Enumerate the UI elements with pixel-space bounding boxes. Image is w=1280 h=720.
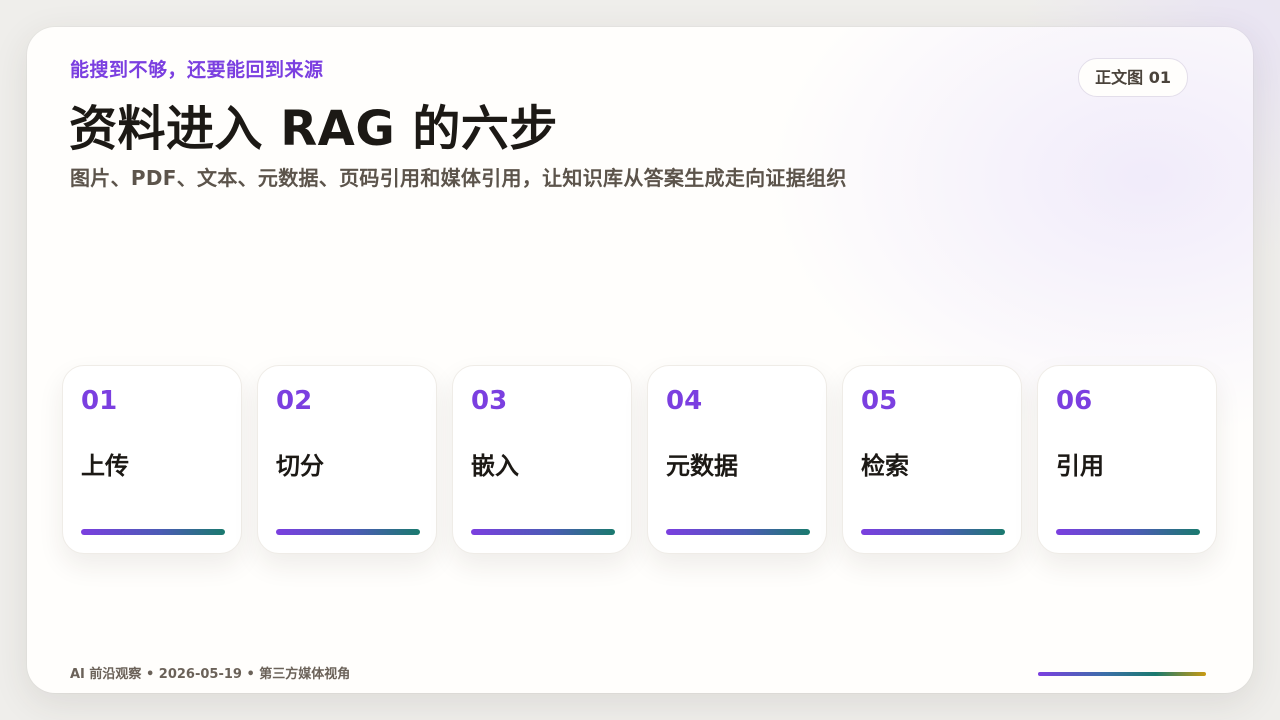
kicker-text: 能搜到不够，还要能回到来源 (70, 59, 324, 81)
step-card-metadata: 04 元数据 (647, 365, 827, 554)
step-number: 05 (861, 386, 898, 416)
step-label: 切分 (276, 452, 324, 480)
slide-stage: 能搜到不够，还要能回到来源 资料进入 RAG 的六步 图片、PDF、文本、元数据… (0, 0, 1280, 720)
step-card-upload: 01 上传 (62, 365, 242, 554)
footer-credit: AI 前沿观察 • 2026-05-19 • 第三方媒体视角 (70, 667, 351, 682)
step-accent-bar (666, 529, 810, 535)
page-subtitle: 图片、PDF、文本、元数据、页码引用和媒体引用，让知识库从答案生成走向证据组织 (70, 166, 847, 190)
step-accent-bar (471, 529, 615, 535)
step-card-embed: 03 嵌入 (452, 365, 632, 554)
step-label: 上传 (81, 452, 129, 480)
step-card-retrieve: 05 检索 (842, 365, 1022, 554)
step-number: 01 (81, 386, 118, 416)
step-label: 嵌入 (471, 452, 519, 480)
step-number: 02 (276, 386, 313, 416)
step-number: 06 (1056, 386, 1093, 416)
slide-card: 能搜到不够，还要能回到来源 资料进入 RAG 的六步 图片、PDF、文本、元数据… (27, 27, 1253, 693)
step-label: 元数据 (666, 452, 738, 480)
step-card-cite: 06 引用 (1037, 365, 1217, 554)
step-card-chunk: 02 切分 (257, 365, 437, 554)
step-accent-bar (861, 529, 1005, 535)
step-label: 引用 (1056, 452, 1104, 480)
step-number: 03 (471, 386, 508, 416)
page-title: 资料进入 RAG 的六步 (69, 101, 558, 157)
step-accent-bar (81, 529, 225, 535)
footer-gradient-bar (1038, 672, 1206, 676)
step-accent-bar (1056, 529, 1200, 535)
step-accent-bar (276, 529, 420, 535)
step-number: 04 (666, 386, 703, 416)
steps-row: 01 上传 02 切分 03 嵌入 04 元数据 05 检索 06 引用 (62, 365, 1217, 554)
figure-badge: 正文图 01 (1078, 58, 1188, 97)
step-label: 检索 (861, 452, 909, 480)
